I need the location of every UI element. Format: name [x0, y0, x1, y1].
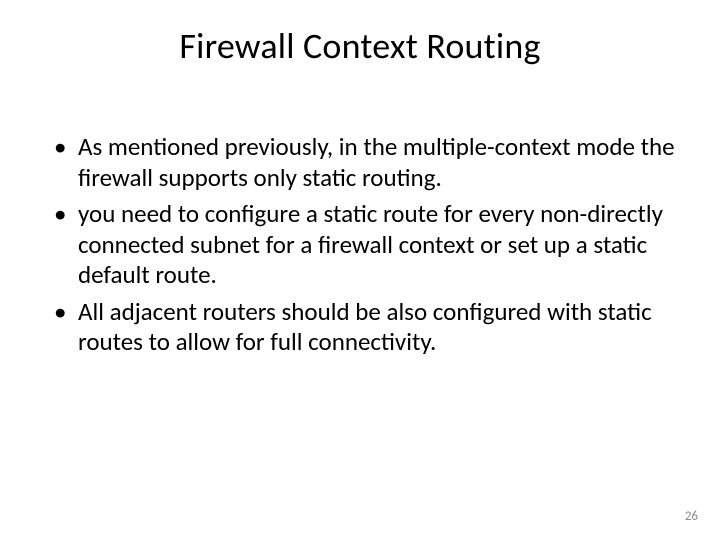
page-number: 26: [685, 509, 698, 524]
slide-body: As mentioned previously, in the multiple…: [50, 132, 680, 364]
bullet-list: As mentioned previously, in the multiple…: [50, 132, 680, 358]
list-item: All adjacent routers should be also conf…: [50, 297, 680, 358]
list-item: you need to configure a static route for…: [50, 199, 680, 291]
slide-title: Firewall Context Routing: [0, 24, 720, 68]
list-item: As mentioned previously, in the multiple…: [50, 132, 680, 193]
slide: Firewall Context Routing As mentioned pr…: [0, 0, 720, 540]
